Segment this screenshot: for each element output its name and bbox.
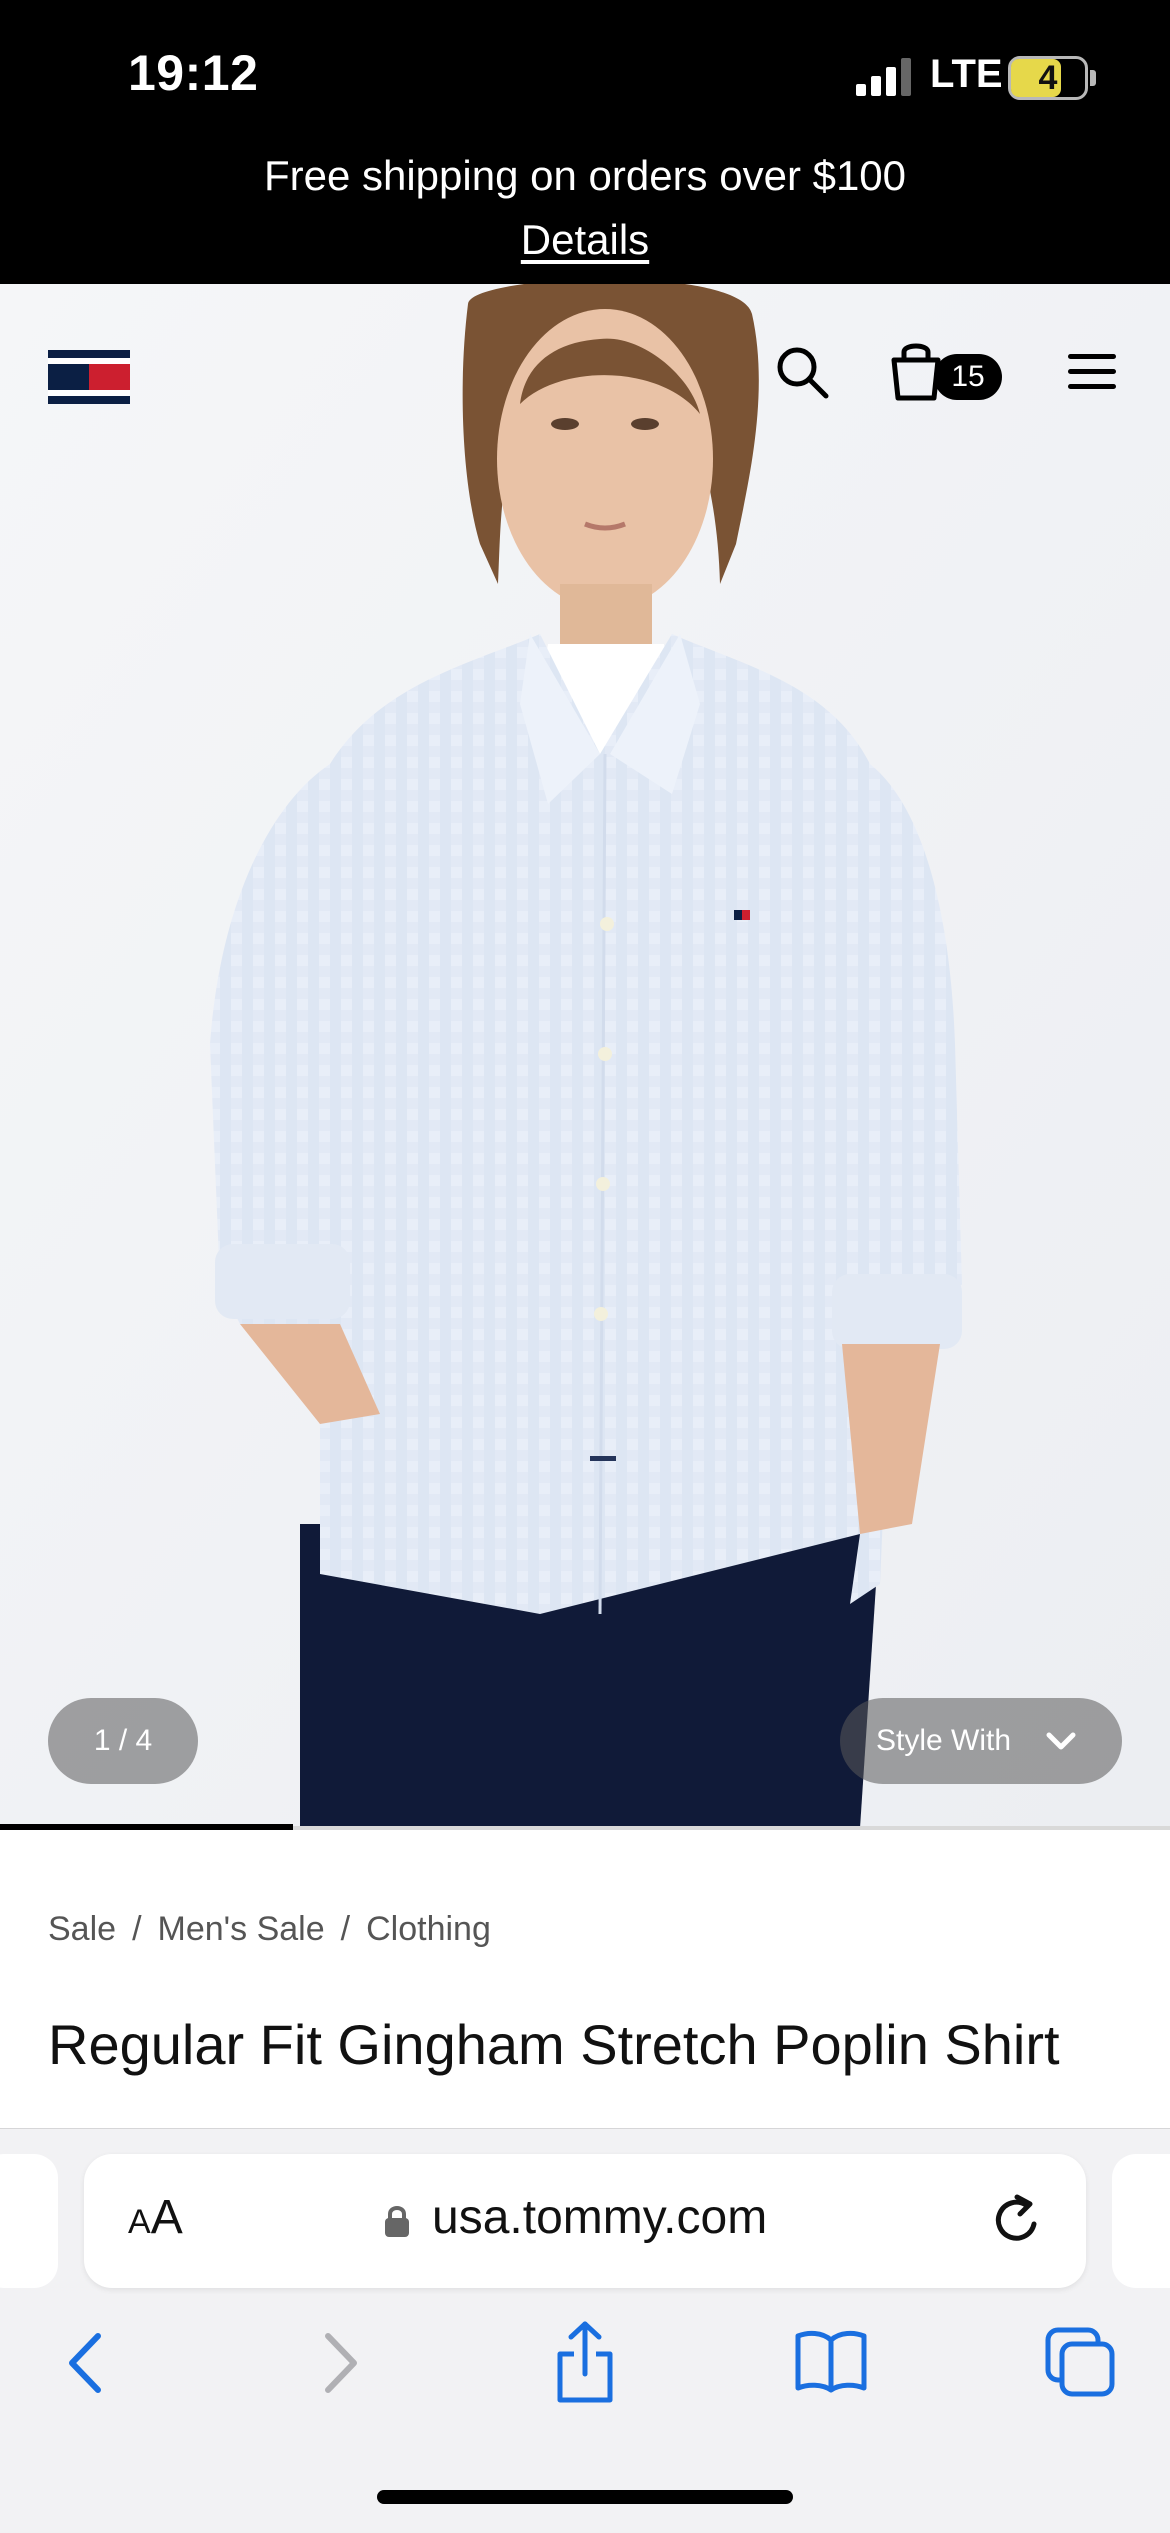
bookmarks-icon[interactable] (794, 2328, 868, 2394)
product-image[interactable] (0, 284, 1170, 1828)
share-icon[interactable] (554, 2320, 616, 2404)
breadcrumb-item-mens-sale[interactable]: Men's Sale (158, 1910, 325, 1948)
promo-details-link[interactable]: Details (521, 216, 649, 263)
network-type: LTE (930, 52, 1003, 96)
chevron-down-icon (1046, 1732, 1076, 1750)
next-tab-preview[interactable] (1112, 2154, 1170, 2288)
style-with-label: Style With (876, 1724, 1012, 1757)
battery-level: 4 (1038, 59, 1058, 97)
breadcrumb-item-sale[interactable]: Sale (48, 1910, 116, 1948)
reload-icon[interactable] (990, 2192, 1044, 2248)
aa-large-letter: A (150, 2191, 183, 2244)
breadcrumb-separator: / (340, 1910, 351, 1948)
product-title: Regular Fit Gingham Stretch Poplin Shirt (48, 2013, 1060, 2076)
breadcrumb: Sale / Men's Sale / Clothing (48, 1910, 491, 1949)
back-icon[interactable] (64, 2330, 108, 2396)
forward-icon[interactable] (318, 2330, 362, 2396)
cell-signal-icon (856, 58, 911, 96)
model-photo-illustration (0, 284, 1170, 1828)
previous-tab-preview[interactable] (0, 2154, 58, 2288)
home-indicator (377, 2490, 793, 2504)
battery-nub (1090, 70, 1096, 86)
tommy-flag-logo[interactable] (48, 350, 130, 404)
breadcrumb-separator: / (132, 1910, 142, 1948)
cart-count-badge[interactable]: 15 (934, 354, 1002, 400)
tabs-icon[interactable] (1044, 2326, 1116, 2398)
lock-icon (385, 2206, 409, 2237)
url-text: usa.tommy.com (432, 2191, 768, 2244)
aa-small-letter: A (128, 2203, 151, 2241)
image-counter: 1 / 4 (48, 1698, 198, 1784)
hamburger-menu-icon[interactable] (1066, 350, 1118, 394)
promo-text: Free shipping on orders over $100 (263, 152, 907, 199)
reader-text-size-button[interactable]: AA (128, 2190, 183, 2245)
breadcrumb-item-clothing[interactable]: Clothing (366, 1910, 491, 1948)
search-icon[interactable] (772, 342, 832, 402)
status-time: 19:12 (128, 45, 259, 101)
gallery-progress-indicator (0, 1824, 293, 1830)
promo-details-link-wrap: Details (0, 216, 1170, 264)
